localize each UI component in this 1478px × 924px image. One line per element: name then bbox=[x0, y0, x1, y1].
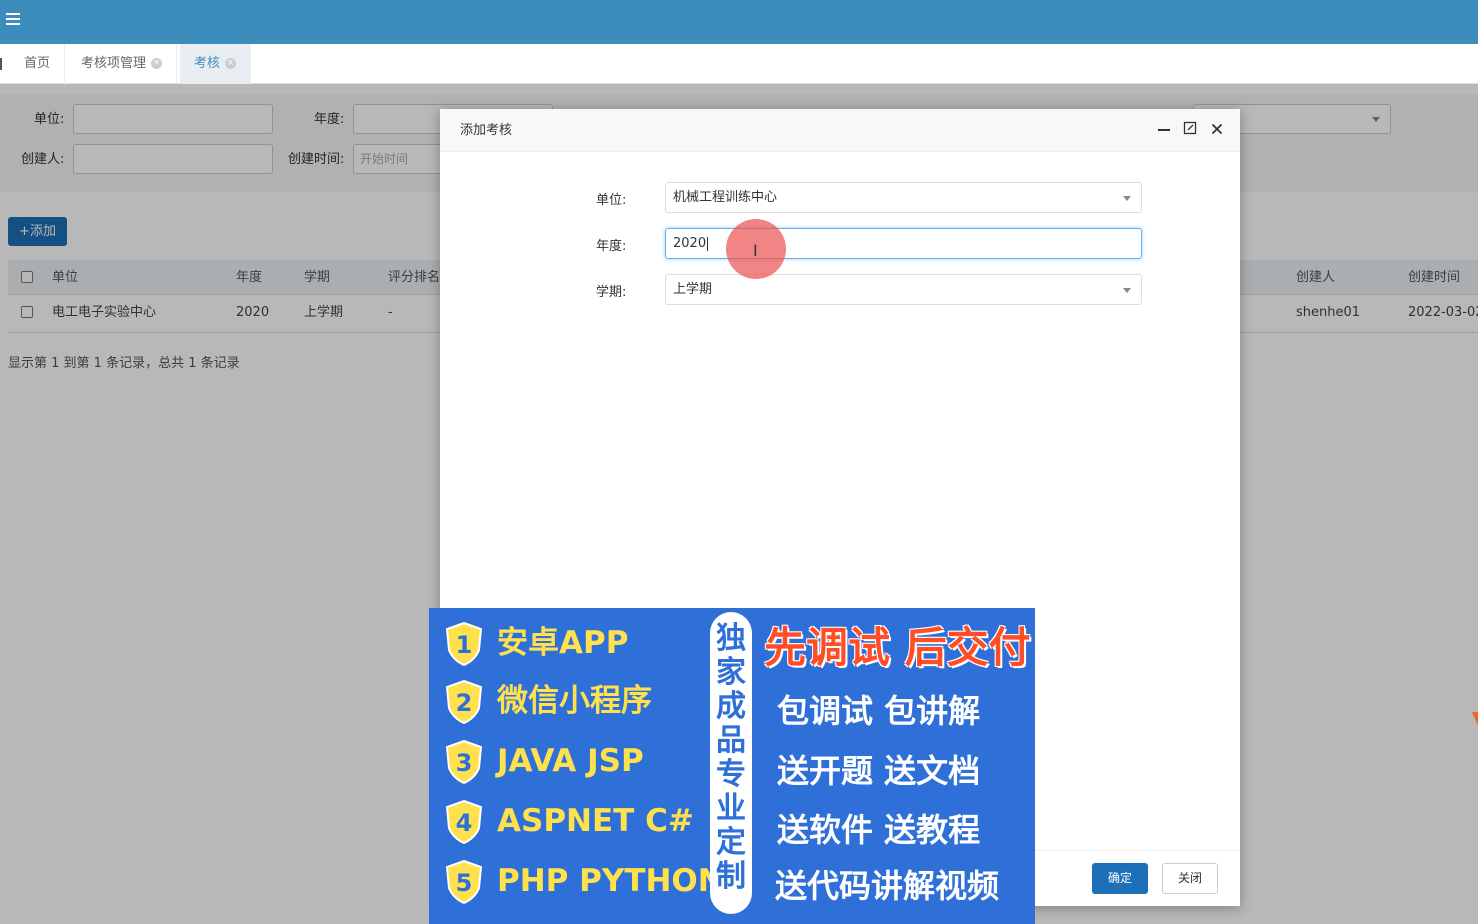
shield-number: 1 bbox=[456, 631, 473, 659]
tab-close-icon[interactable]: × bbox=[151, 58, 163, 69]
number-shield-icon: 4 bbox=[445, 800, 483, 844]
number-shield-icon: 3 bbox=[445, 740, 483, 784]
promo-item-text: 安卓APP bbox=[497, 625, 629, 661]
top-navbar bbox=[0, 0, 1478, 44]
dialog-title: 添加考核 bbox=[460, 123, 513, 138]
chevron-down-icon bbox=[1123, 196, 1131, 201]
promo-item-text: JAVA JSP bbox=[497, 743, 644, 779]
unit-select-value: 机械工程训练中心 bbox=[673, 190, 778, 205]
tab-assessment-items[interactable]: 考核项管理 × bbox=[67, 44, 178, 84]
promo-item-text: 微信小程序 bbox=[497, 683, 652, 719]
promo-vertical-text: 独家成品专业定制 bbox=[716, 621, 746, 894]
hamburger-menu-icon[interactable] bbox=[6, 13, 20, 27]
promo-line: 送代码讲解视频 bbox=[775, 867, 1000, 905]
promo-line: 送开题 送文档 bbox=[777, 752, 981, 790]
dialog-header: 添加考核 bbox=[440, 109, 1240, 152]
promo-item-text: PHP PYTHON bbox=[497, 863, 724, 899]
promo-line: 包调试 包讲解 bbox=[777, 692, 981, 730]
shield-number: 5 bbox=[456, 869, 473, 897]
tab-assessment-items-label: 考核项管理 bbox=[81, 56, 147, 71]
tab-close-icon[interactable]: × bbox=[225, 58, 237, 69]
promo-line: 送软件 送教程 bbox=[777, 811, 981, 849]
shield-number: 2 bbox=[456, 689, 473, 717]
edge-decoration bbox=[1472, 712, 1478, 726]
ibeam-cursor-icon: I bbox=[753, 241, 758, 260]
year-input-value: 2020 bbox=[673, 236, 707, 251]
unit-select[interactable]: 机械工程训练中心 bbox=[665, 182, 1142, 213]
chevron-down-icon bbox=[1123, 288, 1131, 293]
number-shield-icon: 5 bbox=[445, 860, 483, 904]
term-field-label: 学期: bbox=[596, 285, 627, 300]
number-shield-icon: 2 bbox=[445, 680, 483, 724]
shield-number: 3 bbox=[456, 749, 473, 777]
promo-banner: 1 安卓APP 2 微信小程序 3 JAVA JSP 4 ASPNET C# 5… bbox=[429, 608, 1035, 924]
year-field-label: 年度: bbox=[596, 239, 627, 254]
close-button[interactable]: 关闭 bbox=[1162, 863, 1218, 894]
tab-scroll-left-marker[interactable] bbox=[0, 58, 2, 70]
tab-home-label: 首页 bbox=[24, 56, 51, 71]
minimize-icon[interactable] bbox=[1155, 121, 1173, 139]
maximize-icon[interactable] bbox=[1181, 121, 1199, 139]
tab-bar: 首页 考核项管理 × 考核 × bbox=[0, 44, 1478, 84]
tab-assessment-label: 考核 bbox=[194, 56, 221, 71]
tab-home[interactable]: 首页 bbox=[10, 44, 66, 84]
confirm-button[interactable]: 确定 bbox=[1092, 863, 1148, 894]
unit-field-label: 单位: bbox=[596, 193, 627, 208]
term-select-value: 上学期 bbox=[673, 282, 713, 297]
promo-headline: 先调试 后交付 bbox=[764, 623, 1031, 672]
text-cursor bbox=[707, 236, 709, 251]
promo-vertical-banner: 独家成品专业定制 bbox=[710, 612, 752, 914]
shield-number: 4 bbox=[456, 809, 473, 837]
term-select[interactable]: 上学期 bbox=[665, 274, 1142, 305]
tab-assessment[interactable]: 考核 × bbox=[180, 44, 252, 84]
close-icon[interactable] bbox=[1208, 121, 1226, 139]
number-shield-icon: 1 bbox=[445, 622, 483, 666]
promo-item-text: ASPNET C# bbox=[497, 803, 694, 839]
